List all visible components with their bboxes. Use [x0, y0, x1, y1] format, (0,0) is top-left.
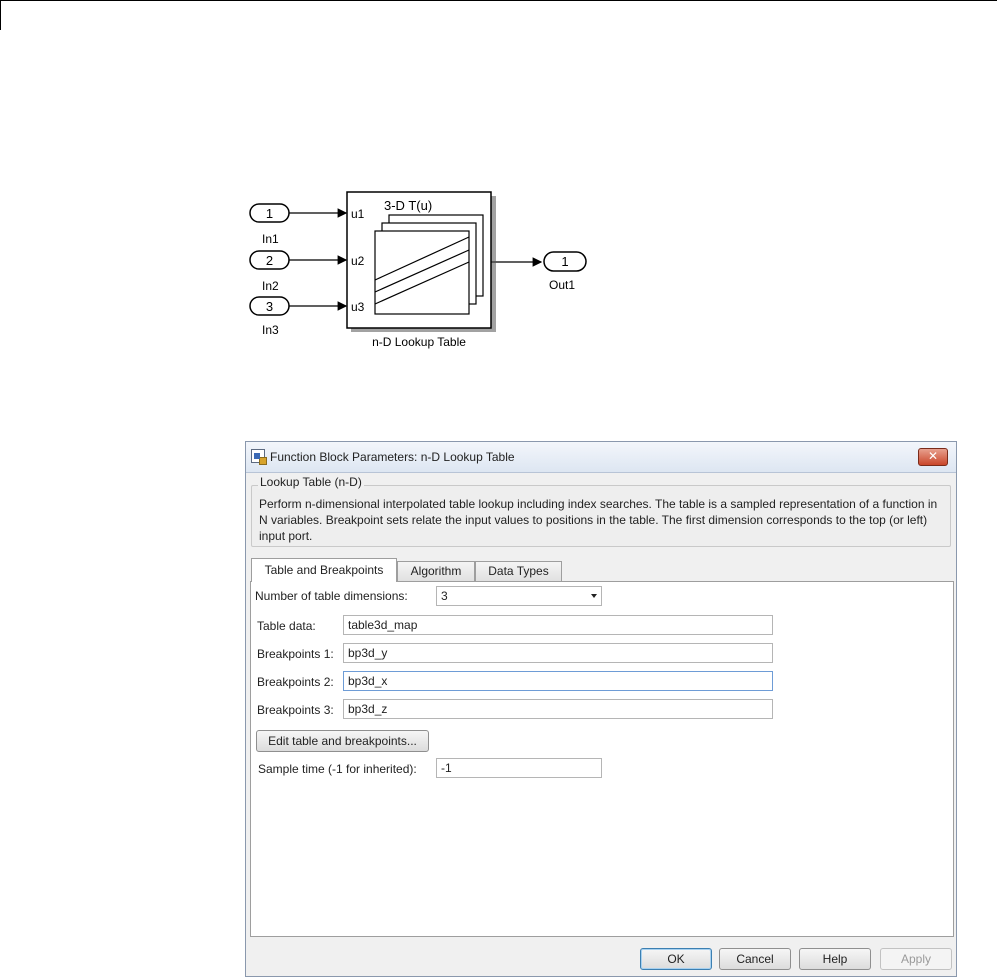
breakpoints-3-label: Breakpoints 3:	[257, 703, 334, 717]
table-data-label: Table data:	[257, 619, 316, 633]
tab-panel-table-and-breakpoints: Number of table dimensions: 3 Table data…	[250, 581, 954, 937]
outport-1[interactable]: 1 Out1	[543, 251, 587, 292]
inport-2-number: 2	[266, 253, 273, 268]
num-dims-label: Number of table dimensions:	[255, 589, 408, 603]
dialog-title: Function Block Parameters: n-D Lookup Ta…	[270, 450, 515, 464]
inport-3-number: 3	[266, 299, 273, 314]
breakpoints-1-field[interactable]	[343, 643, 773, 663]
block-port-u1: u1	[351, 207, 365, 221]
num-dims-value: 3	[441, 589, 448, 603]
inport-2[interactable]: 2 In2	[249, 250, 290, 293]
breakpoints-3-field[interactable]	[343, 699, 773, 719]
inport-1-label: In1	[262, 232, 279, 246]
tab-data-types[interactable]: Data Types	[475, 561, 562, 581]
cancel-button[interactable]: Cancel	[719, 948, 791, 970]
inport-2-label: In2	[262, 279, 279, 293]
simulink-block-icon	[251, 449, 267, 465]
chevron-down-icon	[591, 594, 597, 598]
sample-time-label: Sample time (-1 for inherited):	[258, 762, 417, 776]
lookup-table-block[interactable]: 3-D T(u) u1 u2 u3 n-D Lookup Table	[346, 191, 496, 349]
block-title: 3-D T(u)	[384, 198, 432, 213]
help-button[interactable]: Help	[799, 948, 871, 970]
inport-1[interactable]: 1 In1	[249, 203, 290, 246]
num-dims-select[interactable]: 3	[436, 586, 602, 606]
outport-1-number: 1	[561, 254, 568, 269]
breakpoints-2-label: Breakpoints 2:	[257, 675, 334, 689]
block-parameters-dialog: Function Block Parameters: n-D Lookup Ta…	[245, 441, 957, 977]
block-description: Perform n-dimensional interpolated table…	[259, 497, 938, 543]
edit-table-button[interactable]: Edit table and breakpoints...	[256, 730, 429, 752]
inport-1-number: 1	[266, 206, 273, 221]
apply-button[interactable]: Apply	[880, 948, 952, 970]
outport-1-label: Out1	[549, 278, 575, 292]
table-stack-icon	[374, 214, 484, 315]
close-button[interactable]: ✕	[918, 448, 948, 466]
inport-3[interactable]: 3 In3	[249, 296, 290, 337]
description-group: Perform n-dimensional interpolated table…	[251, 485, 951, 547]
inport-3-label: In3	[262, 323, 279, 337]
breakpoints-2-field[interactable]	[343, 671, 773, 691]
breakpoints-1-label: Breakpoints 1:	[257, 647, 334, 661]
simulink-diagram: 1 In1 2 In2 3 In3 3-D T(u) u1 u2 u3 n-D …	[249, 191, 587, 349]
dialog-titlebar[interactable]: Function Block Parameters: n-D Lookup Ta…	[246, 442, 956, 473]
block-port-u2: u2	[351, 254, 365, 268]
tab-algorithm[interactable]: Algorithm	[397, 561, 475, 581]
ok-button[interactable]: OK	[640, 948, 712, 970]
table-data-field[interactable]	[343, 615, 773, 635]
group-title: Lookup Table (n-D)	[258, 475, 364, 489]
close-icon: ✕	[927, 449, 939, 463]
block-name: n-D Lookup Table	[372, 335, 466, 349]
sample-time-field[interactable]	[436, 758, 602, 778]
block-port-u3: u3	[351, 300, 365, 314]
tab-table-and-breakpoints[interactable]: Table and Breakpoints	[251, 558, 397, 582]
